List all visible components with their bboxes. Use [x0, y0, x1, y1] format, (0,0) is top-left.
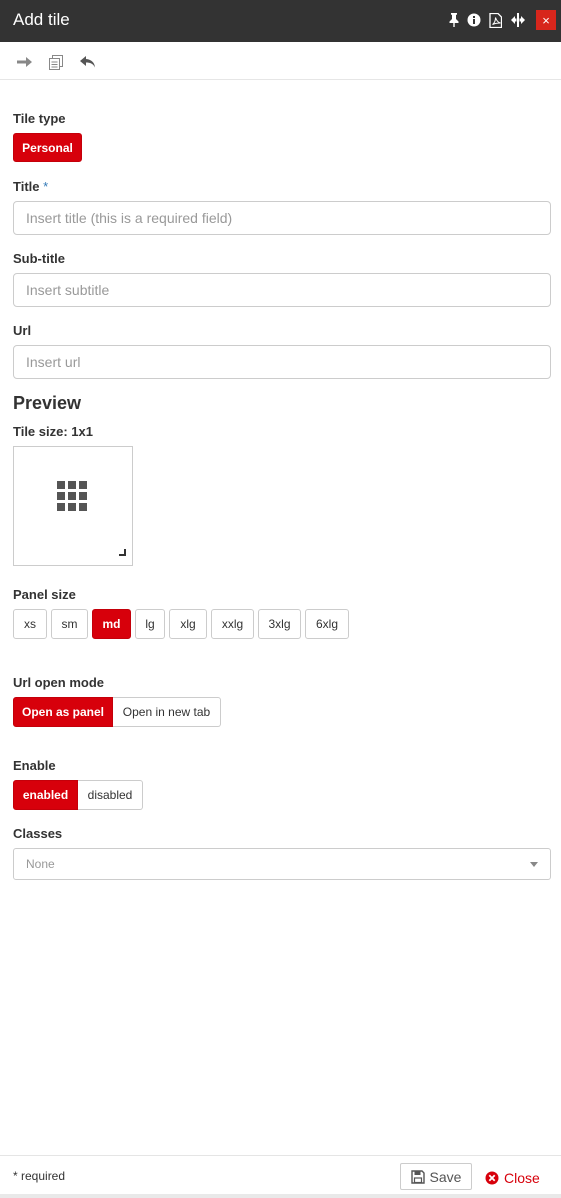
- pdf-icon[interactable]: [487, 12, 503, 28]
- title-label: Title *: [13, 179, 48, 194]
- pin-icon[interactable]: [446, 12, 462, 28]
- classes-select-value: None: [26, 857, 55, 871]
- resize-width-icon[interactable]: [510, 12, 526, 28]
- floppy-disk-icon: [410, 1169, 425, 1184]
- subtitle-input[interactable]: [13, 273, 551, 307]
- panel-size-xs[interactable]: xs: [13, 609, 47, 639]
- url-input[interactable]: [13, 345, 551, 379]
- close-label: Close: [504, 1170, 540, 1186]
- classes-select[interactable]: None: [13, 848, 551, 880]
- window-close-button[interactable]: ×: [536, 10, 556, 30]
- url-label: Url: [13, 323, 32, 338]
- classes-label: Classes: [13, 826, 63, 841]
- back-arrow-icon[interactable]: [79, 53, 97, 71]
- enable-label: Enable: [13, 758, 56, 773]
- tile-type-personal-button[interactable]: Personal: [13, 133, 82, 162]
- preview-heading: Preview: [13, 393, 82, 413]
- tile-preview: [13, 446, 133, 566]
- panel-size-lg[interactable]: lg: [135, 609, 165, 639]
- info-icon[interactable]: [466, 12, 482, 28]
- panel-size-6xlg[interactable]: 6xlg: [305, 609, 349, 639]
- window-title: Add tile: [13, 10, 70, 29]
- required-note: * required: [13, 1169, 66, 1183]
- enabled-button[interactable]: enabled: [13, 780, 78, 810]
- subtitle-label: Sub-title: [13, 251, 65, 266]
- chevron-down-icon: [530, 862, 538, 867]
- close-button[interactable]: Close: [485, 1168, 540, 1188]
- panel-size-md[interactable]: md: [92, 609, 131, 639]
- panel-size-xlg[interactable]: xlg: [169, 609, 207, 639]
- title-input[interactable]: [13, 201, 551, 235]
- panel-size-xxlg[interactable]: xxlg: [211, 609, 254, 639]
- apps-grid-icon: [57, 481, 89, 513]
- save-label: Save: [429, 1168, 462, 1185]
- url-open-mode-label: Url open mode: [13, 675, 105, 690]
- disabled-button[interactable]: disabled: [78, 780, 143, 810]
- enable-group: enabled disabled: [13, 780, 143, 810]
- tile-type-label: Tile type: [13, 111, 66, 126]
- window-titlebar: Add tile ×: [0, 0, 561, 42]
- url-open-mode-group: Open as panel Open in new tab: [13, 697, 221, 727]
- panel-size-label: Panel size: [13, 587, 76, 602]
- footer: * required Save Close: [0, 1155, 561, 1198]
- open-in-new-tab-button[interactable]: Open in new tab: [113, 697, 221, 727]
- panel-size-sm[interactable]: sm: [51, 609, 88, 639]
- panel-size-3xlg[interactable]: 3xlg: [258, 609, 301, 639]
- open-as-panel-button[interactable]: Open as panel: [13, 697, 113, 727]
- toolbar: [0, 43, 561, 80]
- forward-arrow-icon[interactable]: [16, 53, 34, 71]
- copy-icon[interactable]: [47, 53, 65, 71]
- required-star: *: [43, 179, 49, 194]
- bottom-divider: [0, 1194, 561, 1198]
- title-label-text: Title: [13, 179, 40, 194]
- tile-resize-handle[interactable]: [119, 549, 126, 556]
- close-circle-icon: [485, 1171, 499, 1185]
- save-button[interactable]: Save: [400, 1163, 472, 1190]
- tile-size-label: Tile size: 1x1: [13, 424, 93, 439]
